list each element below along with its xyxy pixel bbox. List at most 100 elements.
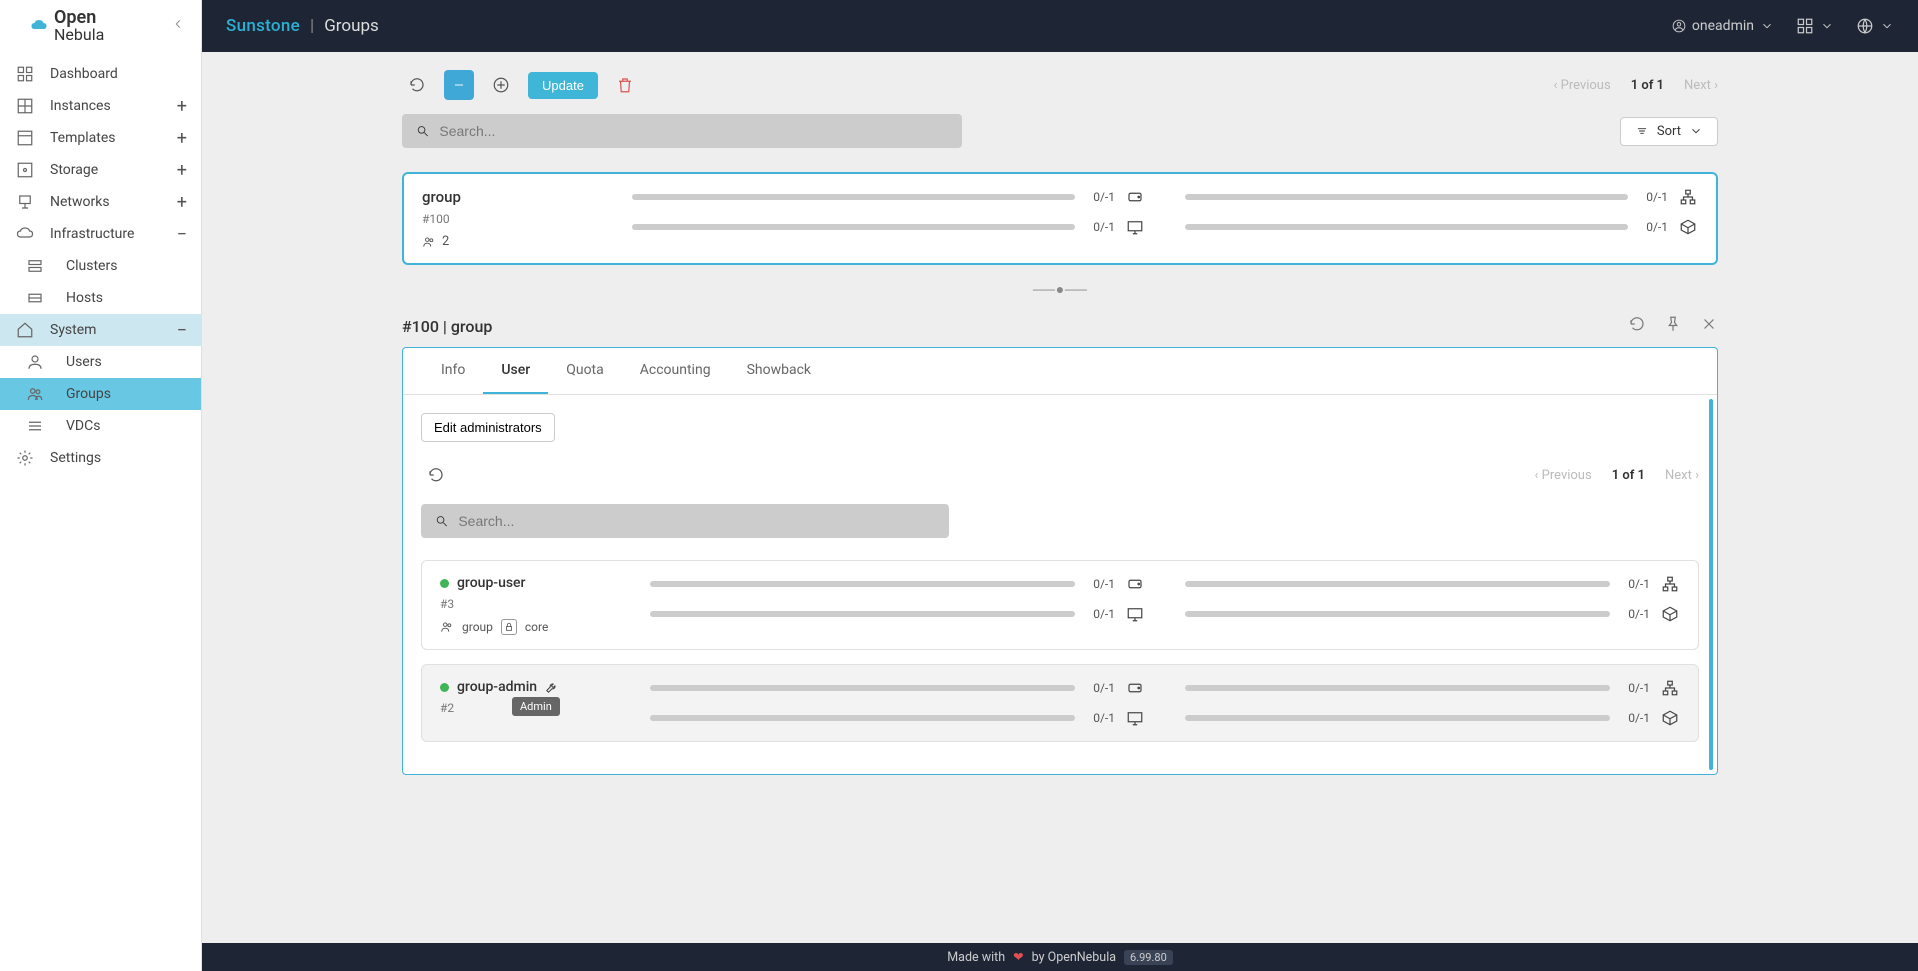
inner-refresh-button[interactable]: [421, 460, 451, 490]
group-card[interactable]: group #100 2 0/-1 0/-1: [402, 172, 1718, 265]
logo[interactable]: OpenNebula: [30, 9, 104, 43]
group-icon: [440, 620, 454, 634]
nav-users[interactable]: Users: [0, 346, 201, 378]
refresh-icon: [427, 466, 445, 484]
nav-templates[interactable]: Templates +: [0, 122, 201, 154]
nav-label: Settings: [50, 450, 101, 466]
next-page[interactable]: Next ›: [1665, 468, 1699, 483]
quota-vm: 0/-1: [632, 218, 1145, 236]
detail-header: #100 | group: [402, 311, 1718, 347]
apps-icon: [1796, 17, 1814, 35]
footer-made: Made with: [947, 950, 1005, 965]
user-menu[interactable]: oneadmin: [1672, 18, 1774, 34]
network-icon: [1660, 679, 1680, 697]
update-button[interactable]: Update: [528, 72, 598, 99]
lock-icon: [501, 619, 517, 635]
search-input[interactable]: [439, 123, 948, 139]
detail-close[interactable]: [1700, 315, 1718, 337]
sort-icon: [1635, 124, 1649, 138]
pin-icon: [1664, 315, 1682, 333]
hosts-icon: [24, 289, 46, 307]
networks-icon: [14, 193, 36, 211]
search-icon: [416, 124, 429, 138]
nav-clusters[interactable]: Clusters: [0, 250, 201, 282]
inner-search-input[interactable]: [458, 513, 935, 529]
list-icon: [24, 417, 46, 435]
inner-pagination: ‹ Previous 1 of 1 Next ›: [1535, 468, 1700, 483]
inner-search-box[interactable]: [421, 504, 949, 538]
next-page[interactable]: Next ›: [1684, 78, 1718, 93]
zone-menu[interactable]: [1856, 17, 1894, 35]
cloud-icon: [14, 225, 36, 243]
nav-label: Networks: [50, 194, 110, 210]
wrench-icon: [545, 680, 559, 694]
pagination: ‹ Previous 1 of 1 Next ›: [1554, 78, 1719, 93]
network-icon: [1678, 188, 1698, 206]
tab-quota[interactable]: Quota: [548, 348, 622, 394]
prev-page[interactable]: ‹ Previous: [1535, 468, 1592, 483]
nav-storage[interactable]: Storage +: [0, 154, 201, 186]
user-name: group-user: [457, 575, 526, 591]
nav-settings[interactable]: Settings: [0, 442, 201, 474]
nav: Dashboard Instances + Templates + Storag…: [0, 52, 201, 474]
nav-instances[interactable]: Instances +: [0, 90, 201, 122]
close-icon: [1700, 315, 1718, 333]
delete-button[interactable]: [610, 70, 640, 100]
resize-handle[interactable]: ⸺●⸺: [402, 279, 1718, 299]
edit-administrators-button[interactable]: Edit administrators: [421, 413, 555, 442]
nav-system[interactable]: System −: [0, 314, 201, 346]
cube-icon: [1660, 605, 1680, 623]
detail-refresh[interactable]: [1628, 315, 1646, 337]
nav-networks[interactable]: Networks +: [0, 186, 201, 218]
detail-pin[interactable]: [1664, 315, 1682, 337]
group-icon: [422, 235, 436, 249]
deselect-button[interactable]: [444, 70, 474, 100]
nav-dashboard[interactable]: Dashboard: [0, 58, 201, 90]
search-icon: [435, 514, 448, 528]
nav-vdcs[interactable]: VDCs: [0, 410, 201, 442]
nav-label: Clusters: [66, 258, 117, 274]
disk-icon: [1125, 188, 1145, 206]
nav-label: Instances: [50, 98, 111, 114]
sort-label: Sort: [1657, 124, 1681, 139]
group-icon: [24, 385, 46, 403]
plus-icon: +: [177, 128, 187, 149]
apps-menu[interactable]: [1796, 17, 1834, 35]
nav-hosts[interactable]: Hosts: [0, 282, 201, 314]
tab-info[interactable]: Info: [423, 348, 483, 394]
breadcrumb: Sunstone | Groups: [226, 16, 379, 36]
add-button[interactable]: [486, 70, 516, 100]
plus-icon: +: [177, 96, 187, 117]
clusters-icon: [24, 257, 46, 275]
nav-label: Users: [66, 354, 102, 370]
tab-user[interactable]: User: [483, 348, 548, 394]
user-circle-icon: [1672, 19, 1686, 33]
tab-accounting[interactable]: Accounting: [622, 348, 729, 394]
group-members: 2: [422, 234, 602, 249]
user-card[interactable]: group-user #3 group core: [421, 560, 1699, 650]
sidebar-collapse-button[interactable]: [171, 17, 185, 35]
nav-label: Groups: [66, 386, 111, 402]
prev-page[interactable]: ‹ Previous: [1554, 78, 1611, 93]
user-name: group-admin: [457, 679, 537, 695]
nav-infrastructure[interactable]: Infrastructure −: [0, 218, 201, 250]
disk-icon: [1125, 575, 1145, 593]
sidebar-header: OpenNebula: [0, 0, 201, 52]
monitor-icon: [1125, 605, 1145, 623]
search-box[interactable]: [402, 114, 962, 148]
user-card[interactable]: group-admin #2 Admin 0/-1 0/-1: [421, 664, 1699, 742]
sort-button[interactable]: Sort: [1620, 117, 1718, 146]
nav-label: VDCs: [66, 418, 100, 434]
nav-groups[interactable]: Groups: [0, 378, 201, 410]
nav-label: Storage: [50, 162, 98, 178]
refresh-button[interactable]: [402, 70, 432, 100]
group-name: group: [422, 188, 602, 206]
minus-icon: [452, 78, 466, 92]
storage-icon: [14, 161, 36, 179]
cube-icon: [1678, 218, 1698, 236]
heart-icon: ❤: [1013, 949, 1023, 965]
status-dot: [440, 579, 449, 588]
toolbar: Update ‹ Previous 1 of 1 Next ›: [402, 70, 1718, 100]
app-name[interactable]: Sunstone: [226, 16, 300, 36]
tab-showback[interactable]: Showback: [729, 348, 829, 394]
